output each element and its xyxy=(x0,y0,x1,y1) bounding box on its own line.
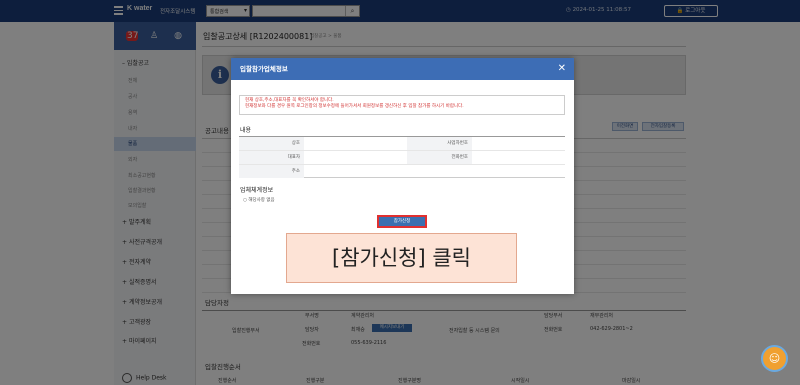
field-label-bizno: 사업자번호 xyxy=(407,137,472,150)
instruction-callout: [참가신청] 클릭 xyxy=(286,233,517,283)
field-label-name: 상호 xyxy=(239,137,304,150)
close-icon[interactable]: ✕ xyxy=(558,63,566,74)
field-label-ceo: 대표자 xyxy=(239,151,304,164)
chatbot-icon[interactable]: ☺ xyxy=(761,345,788,372)
modal-title: 입찰참가업체정보 xyxy=(231,58,574,80)
section-group-info: 업체체계정보 xyxy=(240,187,274,194)
section-content: 내용 xyxy=(240,127,252,134)
apply-button[interactable]: 참가신청 xyxy=(377,215,427,228)
field-label-phone: 전화번호 xyxy=(407,151,472,164)
warning-notice: 현재 상호,주소,대표자를 꼭 확인하셔야 합니다. 현재정보와 다를 경우 원… xyxy=(239,95,565,115)
field-label-address: 주소 xyxy=(239,165,304,178)
no-data-text: ○ 해당사항 없음 xyxy=(243,198,275,203)
company-info-table: 상호 사업자번호 대표자 전화번호 주소 xyxy=(239,136,565,178)
